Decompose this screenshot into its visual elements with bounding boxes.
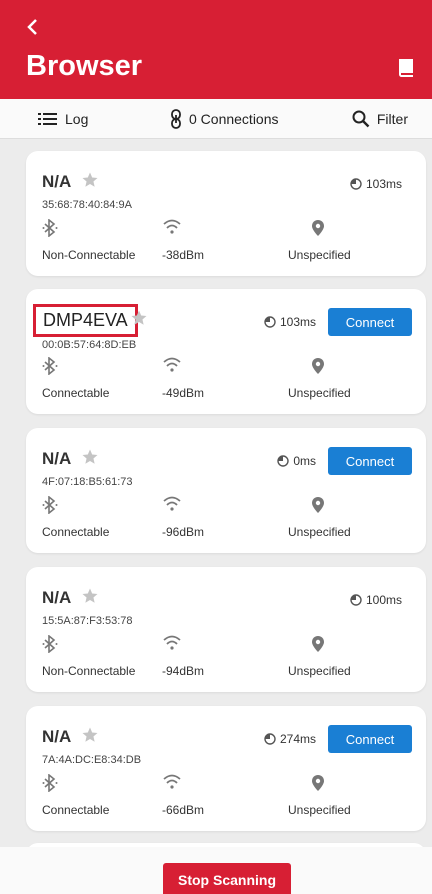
star-icon[interactable] [130,309,148,327]
location-pin-icon [312,497,324,513]
location-pin-icon [312,775,324,791]
star-icon[interactable] [81,171,99,189]
device-card[interactable]: N/A 7A:4A:DC:E8:34:DB 274ms Connect Conn… [26,706,426,831]
location-pin-icon [312,220,324,236]
filter-label: Filter [376,111,408,127]
star-icon[interactable] [81,726,99,744]
connectable-status: Non-Connectable [42,248,136,262]
device-name-highlighted: DMP4EVA [33,304,138,337]
app-bar: Browser [0,0,432,99]
wifi-icon [163,635,181,650]
search-icon [352,110,370,128]
link-icon [171,109,181,129]
footer: Stop Scanning [0,847,432,894]
wifi-icon [163,357,181,372]
rssi-value: -38dBm [162,248,205,262]
device-name: N/A [42,172,72,191]
device-name: N/A [42,727,72,746]
bluetooth-icon [42,496,58,514]
clock-icon [264,733,276,745]
device-card[interactable]: N/A 35:68:78:40:84:9A 103ms Non-Connecta… [26,151,426,276]
interval-readout: 103ms [350,177,402,191]
connect-button[interactable]: Connect [328,308,412,336]
connectable-status: Connectable [42,525,110,539]
rssi-value: -94dBm [162,664,205,678]
device-card[interactable]: N/A 15:5A:87:F3:53:78 100ms Non-Connecta… [26,567,426,692]
connect-button[interactable]: Connect [328,725,412,753]
device-address: 4F:07:18:B5:61:73 [42,476,133,488]
interval-text: 0ms [293,454,316,468]
device-address: 15:5A:87:F3:53:78 [42,615,133,627]
interval-text: 100ms [365,593,402,607]
wifi-icon [163,219,181,234]
clock-icon [277,455,290,467]
interval-readout: 103ms [264,315,316,329]
connections-button[interactable]: 0 Connections [170,99,279,139]
list-icon [38,113,57,125]
device-address: 00:0B:57:64:8D:EB [42,339,137,351]
device-card[interactable]: DMP4EVA 00:0B:57:64:8D:EB 103ms Connect … [26,289,426,414]
interval-readout: 274ms [264,732,316,746]
location-value: Unspecified [288,803,351,817]
location-pin-icon [312,636,324,652]
bluetooth-icon [42,219,58,237]
device-card[interactable]: N/A 4F:07:18:B5:61:73 0ms Connect Connec… [26,428,426,553]
bluetooth-icon [42,635,58,653]
log-button[interactable]: Log [38,99,88,139]
back-button[interactable] [22,16,44,38]
wifi-icon [163,774,181,789]
connect-button[interactable]: Connect [328,447,412,475]
interval-text: 103ms [279,315,316,329]
rssi-value: -49dBm [162,386,205,400]
connectable-status: Non-Connectable [42,664,136,678]
clock-icon [350,594,362,606]
star-icon[interactable] [81,448,99,466]
clock-icon [264,316,276,328]
rssi-value: -66dBm [162,803,205,817]
device-address: 7A:4A:DC:E8:34:DB [42,754,142,766]
bluetooth-icon [42,357,58,375]
location-pin-icon [312,358,324,374]
bluetooth-icon [42,774,58,792]
location-value: Unspecified [288,386,351,400]
toolbar: Log 0 Connections Filter [0,99,432,139]
connectable-status: Connectable [42,803,110,817]
wifi-icon [163,496,181,511]
interval-text: 103ms [365,177,402,191]
help-book-button[interactable] [396,57,418,79]
back-arrow-icon [27,19,37,35]
connections-label: 0 Connections [189,111,279,127]
log-label: Log [65,111,89,127]
device-address: 35:68:78:40:84:9A [42,199,132,211]
location-value: Unspecified [288,248,351,262]
location-value: Unspecified [288,525,351,539]
interval-readout: 0ms [277,454,316,468]
book-icon [399,59,413,77]
device-name: N/A [42,449,72,468]
interval-text: 274ms [279,732,316,746]
page-title: Browser [26,50,143,82]
location-value: Unspecified [288,664,351,678]
connectable-status: Connectable [42,386,110,400]
clock-icon [350,178,362,190]
star-icon[interactable] [81,587,99,605]
device-list: N/A 35:68:78:40:84:9A 103ms Non-Connecta… [0,139,432,847]
interval-readout: 100ms [350,593,402,607]
stop-scanning-button[interactable]: Stop Scanning [163,863,291,894]
filter-button[interactable]: Filter [352,99,408,139]
device-name: N/A [42,588,72,607]
rssi-value: -96dBm [162,525,205,539]
